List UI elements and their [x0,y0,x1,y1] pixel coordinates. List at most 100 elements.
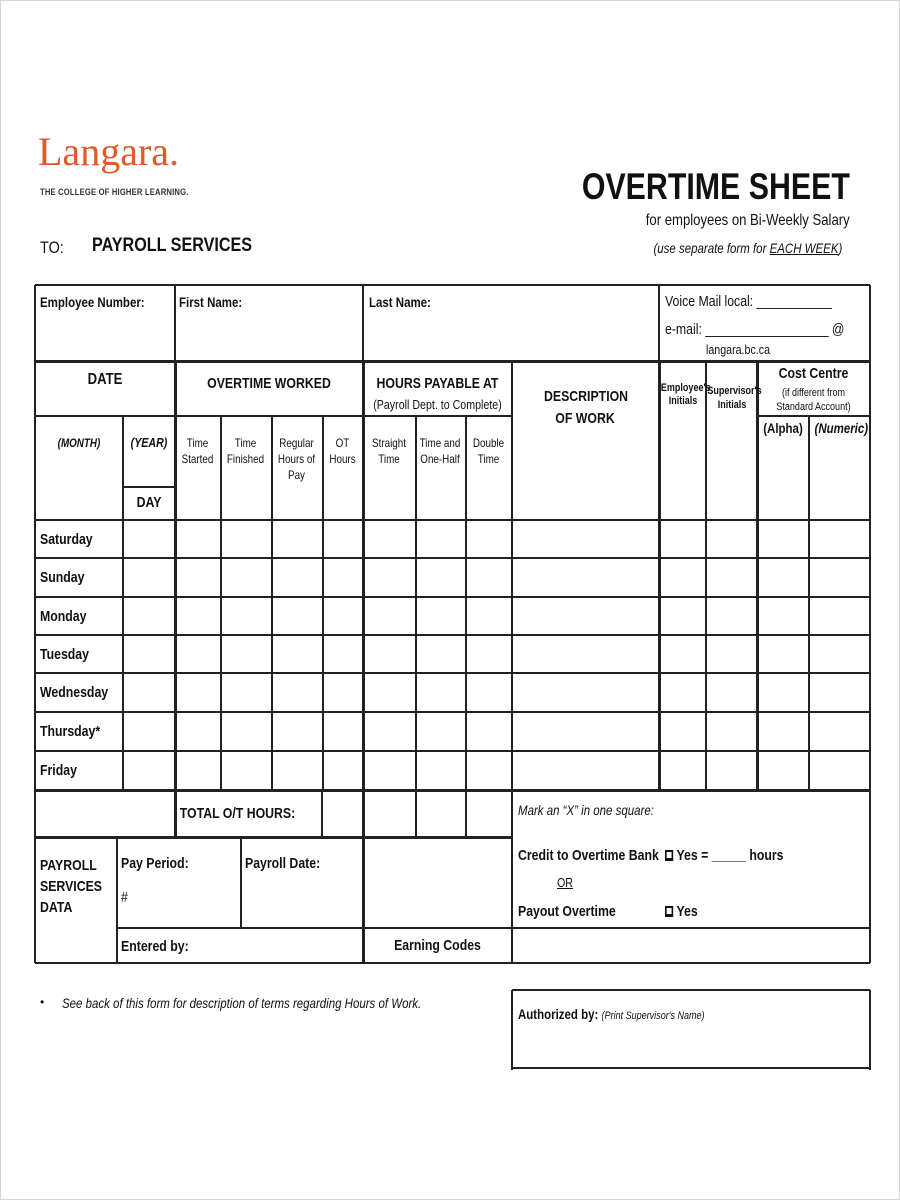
table-cell[interactable] [273,599,320,633]
table-cell[interactable] [324,753,361,788]
table-cell[interactable] [417,753,463,788]
table-cell[interactable] [177,560,218,595]
table-cell[interactable] [708,637,755,671]
table-cell[interactable] [222,714,269,749]
table-cell[interactable] [514,714,657,749]
payout-yes-option[interactable]: Yes [665,903,698,920]
last-name-field[interactable] [365,288,657,359]
table-cell[interactable] [514,599,657,633]
voicemail-field[interactable]: Voice Mail local: ___________ [665,293,832,310]
table-cell[interactable] [811,637,868,671]
table-cell[interactable] [811,714,868,749]
table-cell[interactable] [759,753,807,788]
table-cell[interactable] [467,637,510,671]
table-cell[interactable] [365,675,413,710]
table-cell[interactable] [467,714,510,749]
table-cell[interactable] [365,637,413,671]
table-cell[interactable] [417,599,463,633]
table-cell[interactable] [708,675,755,710]
table-cell[interactable] [273,714,320,749]
checkbox-icon[interactable] [665,850,674,861]
table-cell[interactable] [273,522,320,556]
table-cell[interactable] [759,599,807,633]
authorized-by-field[interactable] [513,992,869,1066]
table-cell[interactable] [811,522,868,556]
table-cell[interactable] [125,714,173,749]
table-cell[interactable] [125,522,173,556]
table-cell[interactable] [661,637,704,671]
table-cell[interactable] [177,522,218,556]
table-cell[interactable] [177,599,218,633]
table-cell[interactable] [417,522,463,556]
table-cell[interactable] [273,753,320,788]
table-cell[interactable] [222,753,269,788]
table-cell[interactable] [708,714,755,749]
table-cell[interactable] [273,675,320,710]
table-cell[interactable] [661,560,704,595]
table-cell[interactable] [417,560,463,595]
table-cell[interactable] [661,599,704,633]
table-cell[interactable] [365,714,413,749]
table-cell[interactable] [514,522,657,556]
table-cell[interactable] [514,560,657,595]
credit-yes-option[interactable]: Yes = _____ hours [665,847,784,864]
table-cell[interactable] [177,675,218,710]
table-cell[interactable] [811,560,868,595]
table-cell[interactable] [514,637,657,671]
table-cell[interactable] [811,753,868,788]
table-cell[interactable] [177,714,218,749]
table-cell[interactable] [365,522,413,556]
table-cell[interactable] [759,560,807,595]
table-cell[interactable] [365,753,413,788]
table-cell[interactable] [222,675,269,710]
first-name-field[interactable] [177,288,361,359]
table-cell[interactable] [467,599,510,633]
table-cell[interactable] [661,753,704,788]
table-cell[interactable] [324,560,361,595]
table-cell[interactable] [125,637,173,671]
table-cell[interactable] [467,675,510,710]
table-cell[interactable] [324,714,361,749]
table-cell[interactable] [708,522,755,556]
table-cell[interactable] [708,599,755,633]
table-cell[interactable] [811,599,868,633]
table-cell[interactable] [417,675,463,710]
table-cell[interactable] [514,753,657,788]
table-cell[interactable] [324,522,361,556]
table-cell[interactable] [324,599,361,633]
table-cell[interactable] [125,753,173,788]
table-cell[interactable] [467,753,510,788]
pay-period-field[interactable] [117,840,237,926]
table-cell[interactable] [222,522,269,556]
table-cell[interactable] [273,560,320,595]
table-cell[interactable] [125,560,173,595]
entered-by-field[interactable] [117,930,361,961]
employee-number-field[interactable] [37,288,173,359]
table-cell[interactable] [708,753,755,788]
table-cell[interactable] [177,753,218,788]
table-cell[interactable] [125,599,173,633]
table-cell[interactable] [417,637,463,671]
table-cell[interactable] [811,675,868,710]
table-cell[interactable] [759,637,807,671]
table-cell[interactable] [708,560,755,595]
table-cell[interactable] [417,714,463,749]
table-cell[interactable] [514,675,657,710]
table-cell[interactable] [365,599,413,633]
table-cell[interactable] [759,675,807,710]
table-cell[interactable] [324,675,361,710]
table-cell[interactable] [759,714,807,749]
payroll-date-field[interactable] [240,840,361,926]
checkbox-icon[interactable] [665,906,674,917]
table-cell[interactable] [125,675,173,710]
table-cell[interactable] [661,522,704,556]
table-cell[interactable] [661,675,704,710]
total-ot-hours-field[interactable] [325,793,361,835]
email-field[interactable]: e-mail: __________________ @ [665,321,844,338]
table-cell[interactable] [467,560,510,595]
table-cell[interactable] [222,599,269,633]
table-cell[interactable] [324,637,361,671]
table-cell[interactable] [273,637,320,671]
table-cell[interactable] [177,637,218,671]
table-cell[interactable] [467,522,510,556]
